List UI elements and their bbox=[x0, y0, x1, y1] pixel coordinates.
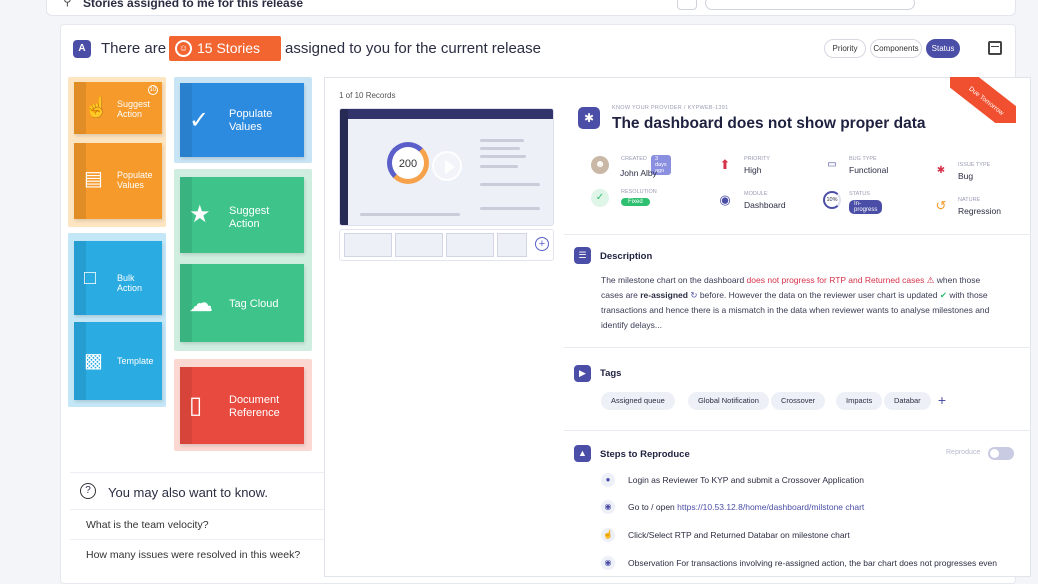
list-icon: ▤ bbox=[84, 168, 103, 190]
section-title: Tags bbox=[600, 368, 622, 379]
header-text-before: There are bbox=[101, 40, 167, 57]
faq-panel: ? You may also want to know. What is the… bbox=[70, 472, 324, 582]
warning-icon: ⚠ bbox=[926, 275, 935, 285]
thumbnail[interactable] bbox=[395, 233, 443, 257]
stories-count-pill[interactable]: ☺ 15 Stories bbox=[169, 36, 281, 61]
thumbnail-strip: + bbox=[339, 229, 554, 261]
step-link[interactable]: https://10.53.12.8/home/dashboard/milsto… bbox=[677, 502, 864, 512]
description-section: ☰ Description The milestone chart on the… bbox=[564, 234, 1031, 344]
pointer-icon: ☝ bbox=[601, 528, 615, 542]
search-bar: ⚲ Stories assigned to me for this releas… bbox=[46, 0, 1016, 16]
tile-label: Suggest Action bbox=[117, 99, 151, 119]
tile-document-reference[interactable]: ▯ Document Reference bbox=[180, 367, 304, 444]
regression-icon: ↺ bbox=[935, 198, 947, 213]
add-thumbnail-icon[interactable]: + bbox=[535, 237, 549, 251]
description-icon: ☰ bbox=[574, 247, 591, 264]
project-path: KNOW YOUR PROVIDER / KYPWEB-1391 bbox=[612, 105, 729, 111]
faq-title: ? You may also want to know. bbox=[80, 483, 268, 500]
refresh-icon: ↻ bbox=[690, 290, 698, 300]
thumbnail[interactable] bbox=[446, 233, 494, 257]
laptop-icon: ▭ bbox=[827, 159, 837, 170]
topbar-title: Stories assigned to me for this release bbox=[83, 0, 304, 10]
file-question-icon: □ bbox=[84, 267, 97, 289]
eye-icon: ◉ bbox=[601, 556, 615, 570]
section-title: Steps to Reproduce bbox=[600, 449, 690, 460]
story-title: The dashboard does not show proper data bbox=[612, 115, 926, 132]
document-icon: ▯ bbox=[189, 392, 203, 419]
tile-suggest-action[interactable]: ★ Suggest Action bbox=[180, 177, 304, 253]
question-icon: ? bbox=[80, 483, 96, 499]
view-toggle-button[interactable] bbox=[677, 0, 697, 10]
tag-item[interactable]: Crossover bbox=[771, 392, 826, 410]
smile-icon: ☺ bbox=[175, 40, 192, 57]
location-pin-icon: ◉ bbox=[719, 192, 731, 207]
tile-bulk-action[interactable]: □ Bulk Action bbox=[74, 241, 162, 315]
faq-item[interactable]: What is the team velocity? bbox=[70, 509, 324, 539]
status-badge: In-progress bbox=[849, 200, 883, 214]
tile-label: Bulk Action bbox=[117, 273, 143, 293]
tag-item[interactable]: Assigned queue bbox=[601, 392, 675, 410]
arrow-up-icon: ⬆ bbox=[719, 157, 731, 172]
records-counter: 1 of 10 Records bbox=[339, 91, 396, 100]
count-badge: 10 bbox=[148, 85, 158, 95]
due-ribbon: Due Tomorrow bbox=[950, 77, 1016, 123]
thumbnail[interactable] bbox=[344, 233, 392, 257]
description-text: The milestone chart on the dashboard doe… bbox=[601, 275, 990, 330]
resolution-icon: ✓ bbox=[591, 189, 609, 207]
donut-chart: 200 bbox=[387, 142, 429, 184]
resolution-badge: Fixed bbox=[621, 198, 650, 206]
bug-icon: ✱ bbox=[578, 107, 600, 129]
thumbs-up-icon: ★ bbox=[189, 201, 211, 228]
tag-icon: ▶ bbox=[574, 365, 591, 382]
tile-label: Tag Cloud bbox=[229, 298, 279, 310]
header-text-after: assigned to you for the current release bbox=[285, 40, 541, 57]
tile-label: Populate Values bbox=[229, 108, 273, 133]
tile-label: Suggest Action bbox=[229, 205, 270, 230]
tile-tag-cloud[interactable]: ☁ Tag Cloud bbox=[180, 264, 304, 342]
search-input[interactable] bbox=[705, 0, 915, 10]
tile-suggest-action-small[interactable]: ☝ 10 Suggest Action bbox=[74, 82, 162, 134]
tile-label: Template bbox=[117, 356, 154, 366]
location-pin-icon: ◉ bbox=[601, 500, 615, 514]
cloud-icon: ☁ bbox=[189, 290, 213, 317]
tile-populate-values-small[interactable]: ▤ Populate Values bbox=[74, 143, 162, 219]
tile-label: Populate Values bbox=[117, 170, 153, 190]
filter-priority[interactable]: Priority bbox=[824, 39, 866, 58]
play-icon[interactable] bbox=[432, 151, 462, 181]
tags-section: ▶ Tags Assigned queue Global Notificatio… bbox=[564, 347, 1031, 427]
filter-status[interactable]: Status bbox=[926, 39, 960, 58]
pointer-icon: ☝ bbox=[84, 97, 109, 119]
tag-item[interactable]: Global Notification bbox=[688, 392, 769, 410]
bug-icon: ✱ bbox=[936, 165, 946, 176]
tag-item[interactable]: Databar bbox=[884, 392, 931, 410]
section-title: Description bbox=[600, 251, 653, 262]
check-circle-icon: ✓ bbox=[189, 107, 210, 134]
status-progress-ring: 10% bbox=[823, 191, 841, 209]
reproduce-toggle[interactable] bbox=[988, 447, 1014, 460]
stories-count-label: 15 Stories bbox=[197, 40, 261, 56]
steps-icon: ▲ bbox=[574, 445, 591, 462]
tile-label: Document Reference bbox=[229, 394, 280, 419]
template-icon: ▩ bbox=[84, 350, 103, 372]
tag-item[interactable]: Impacts bbox=[836, 392, 883, 410]
faq-item[interactable]: How many issues were resolved in this we… bbox=[70, 539, 324, 569]
release-icon: A bbox=[73, 40, 91, 58]
check-icon: ✔ bbox=[939, 290, 947, 300]
avatar: ☻ bbox=[591, 156, 609, 174]
filter-components[interactable]: Components bbox=[870, 39, 922, 58]
calendar-icon[interactable] bbox=[988, 41, 1002, 55]
user-icon: ● bbox=[601, 473, 615, 487]
tile-template[interactable]: ▩ Template bbox=[74, 322, 162, 400]
add-tag-button[interactable]: + bbox=[932, 390, 952, 410]
video-preview[interactable]: 200 bbox=[339, 108, 554, 226]
search-icon: ⚲ bbox=[63, 0, 72, 8]
thumbnail[interactable] bbox=[497, 233, 527, 257]
reproduce-label: Reproduce bbox=[946, 449, 981, 456]
tile-populate-values[interactable]: ✓ Populate Values bbox=[180, 83, 304, 157]
